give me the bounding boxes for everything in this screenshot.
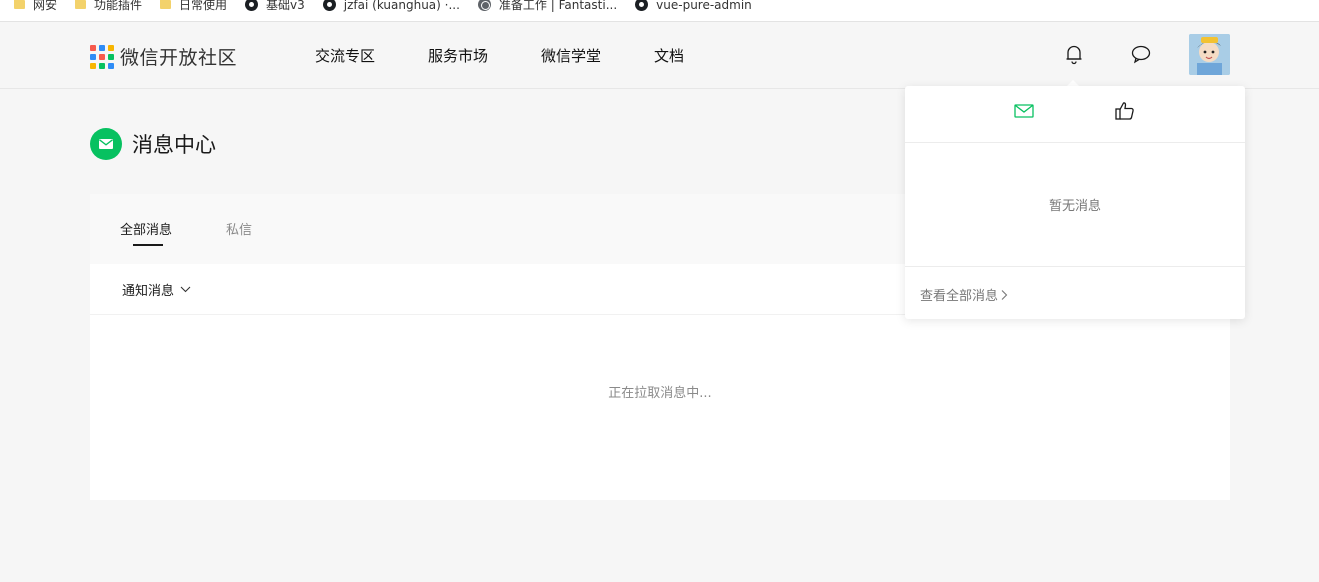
logo-icon — [90, 44, 114, 69]
site-logo[interactable]: 微信开放社区 — [90, 43, 237, 70]
loading-text: 正在拉取消息中... — [608, 386, 712, 401]
empty-message-text: 暂无消息 — [1048, 199, 1101, 214]
logo-text: 微信开放社区 — [120, 47, 238, 69]
folder-icon — [14, 0, 25, 9]
tab-private-messages[interactable]: 私信 — [226, 219, 252, 238]
chat-bubble-icon[interactable] — [1130, 43, 1152, 65]
filter-label: 通知消息 — [122, 284, 175, 299]
nav-item-market[interactable]: 服务市场 — [428, 45, 488, 66]
tab-all-messages[interactable]: 全部消息 — [120, 219, 172, 238]
github-icon — [322, 0, 336, 11]
site-header: 微信开放社区 交流专区 服务市场 微信学堂 文档 — [0, 23, 1319, 89]
folder-icon — [160, 0, 172, 9]
dropdown-body: 暂无消息 — [905, 143, 1245, 267]
github-icon — [245, 0, 259, 11]
notification-dropdown: 暂无消息 查看全部消息 — [905, 86, 1245, 319]
bookmark-item[interactable]: 基础v3 — [245, 0, 305, 13]
bookmark-item[interactable]: 日常使用 — [160, 0, 227, 13]
main-nav: 交流专区 服务市场 微信学堂 文档 — [315, 45, 737, 66]
view-all-label: 查看全部消息 — [920, 289, 999, 304]
mail-badge-icon — [90, 128, 122, 160]
active-tab-indicator — [133, 244, 163, 246]
chevron-right-icon — [1001, 289, 1008, 300]
bookmark-item[interactable]: vue-pure-admin — [635, 0, 752, 12]
folder-icon — [75, 0, 87, 9]
mail-icon[interactable] — [1013, 100, 1035, 122]
notification-filter-dropdown[interactable]: 通知消息 — [122, 280, 191, 299]
nav-item-community[interactable]: 交流专区 — [315, 45, 375, 66]
page-title: 消息中心 — [90, 128, 216, 160]
bookmarks-bar: 网安 功能插件 日常使用 基础v3 jzfai (kuanghua) ·... … — [0, 0, 1319, 22]
bookmark-item[interactable]: 功能插件 — [75, 0, 142, 13]
globe-icon — [477, 0, 491, 11]
nav-item-docs[interactable]: 文档 — [654, 45, 684, 66]
bookmark-item[interactable]: 网安 — [14, 0, 57, 13]
user-avatar[interactable] — [1189, 34, 1230, 75]
nav-item-academy[interactable]: 微信学堂 — [541, 45, 601, 66]
github-icon — [635, 0, 649, 11]
bookmark-item[interactable]: jzfai (kuanghua) ·... — [322, 0, 460, 12]
dropdown-tabs — [905, 86, 1245, 143]
view-all-messages-link[interactable]: 查看全部消息 — [920, 285, 1008, 304]
bookmark-item[interactable]: 准备工作 | Fantasti... — [477, 0, 617, 13]
thumbs-up-icon[interactable] — [1114, 100, 1136, 122]
page-title-text: 消息中心 — [132, 133, 216, 157]
bell-icon[interactable] — [1063, 43, 1085, 65]
chevron-down-icon — [180, 286, 191, 293]
